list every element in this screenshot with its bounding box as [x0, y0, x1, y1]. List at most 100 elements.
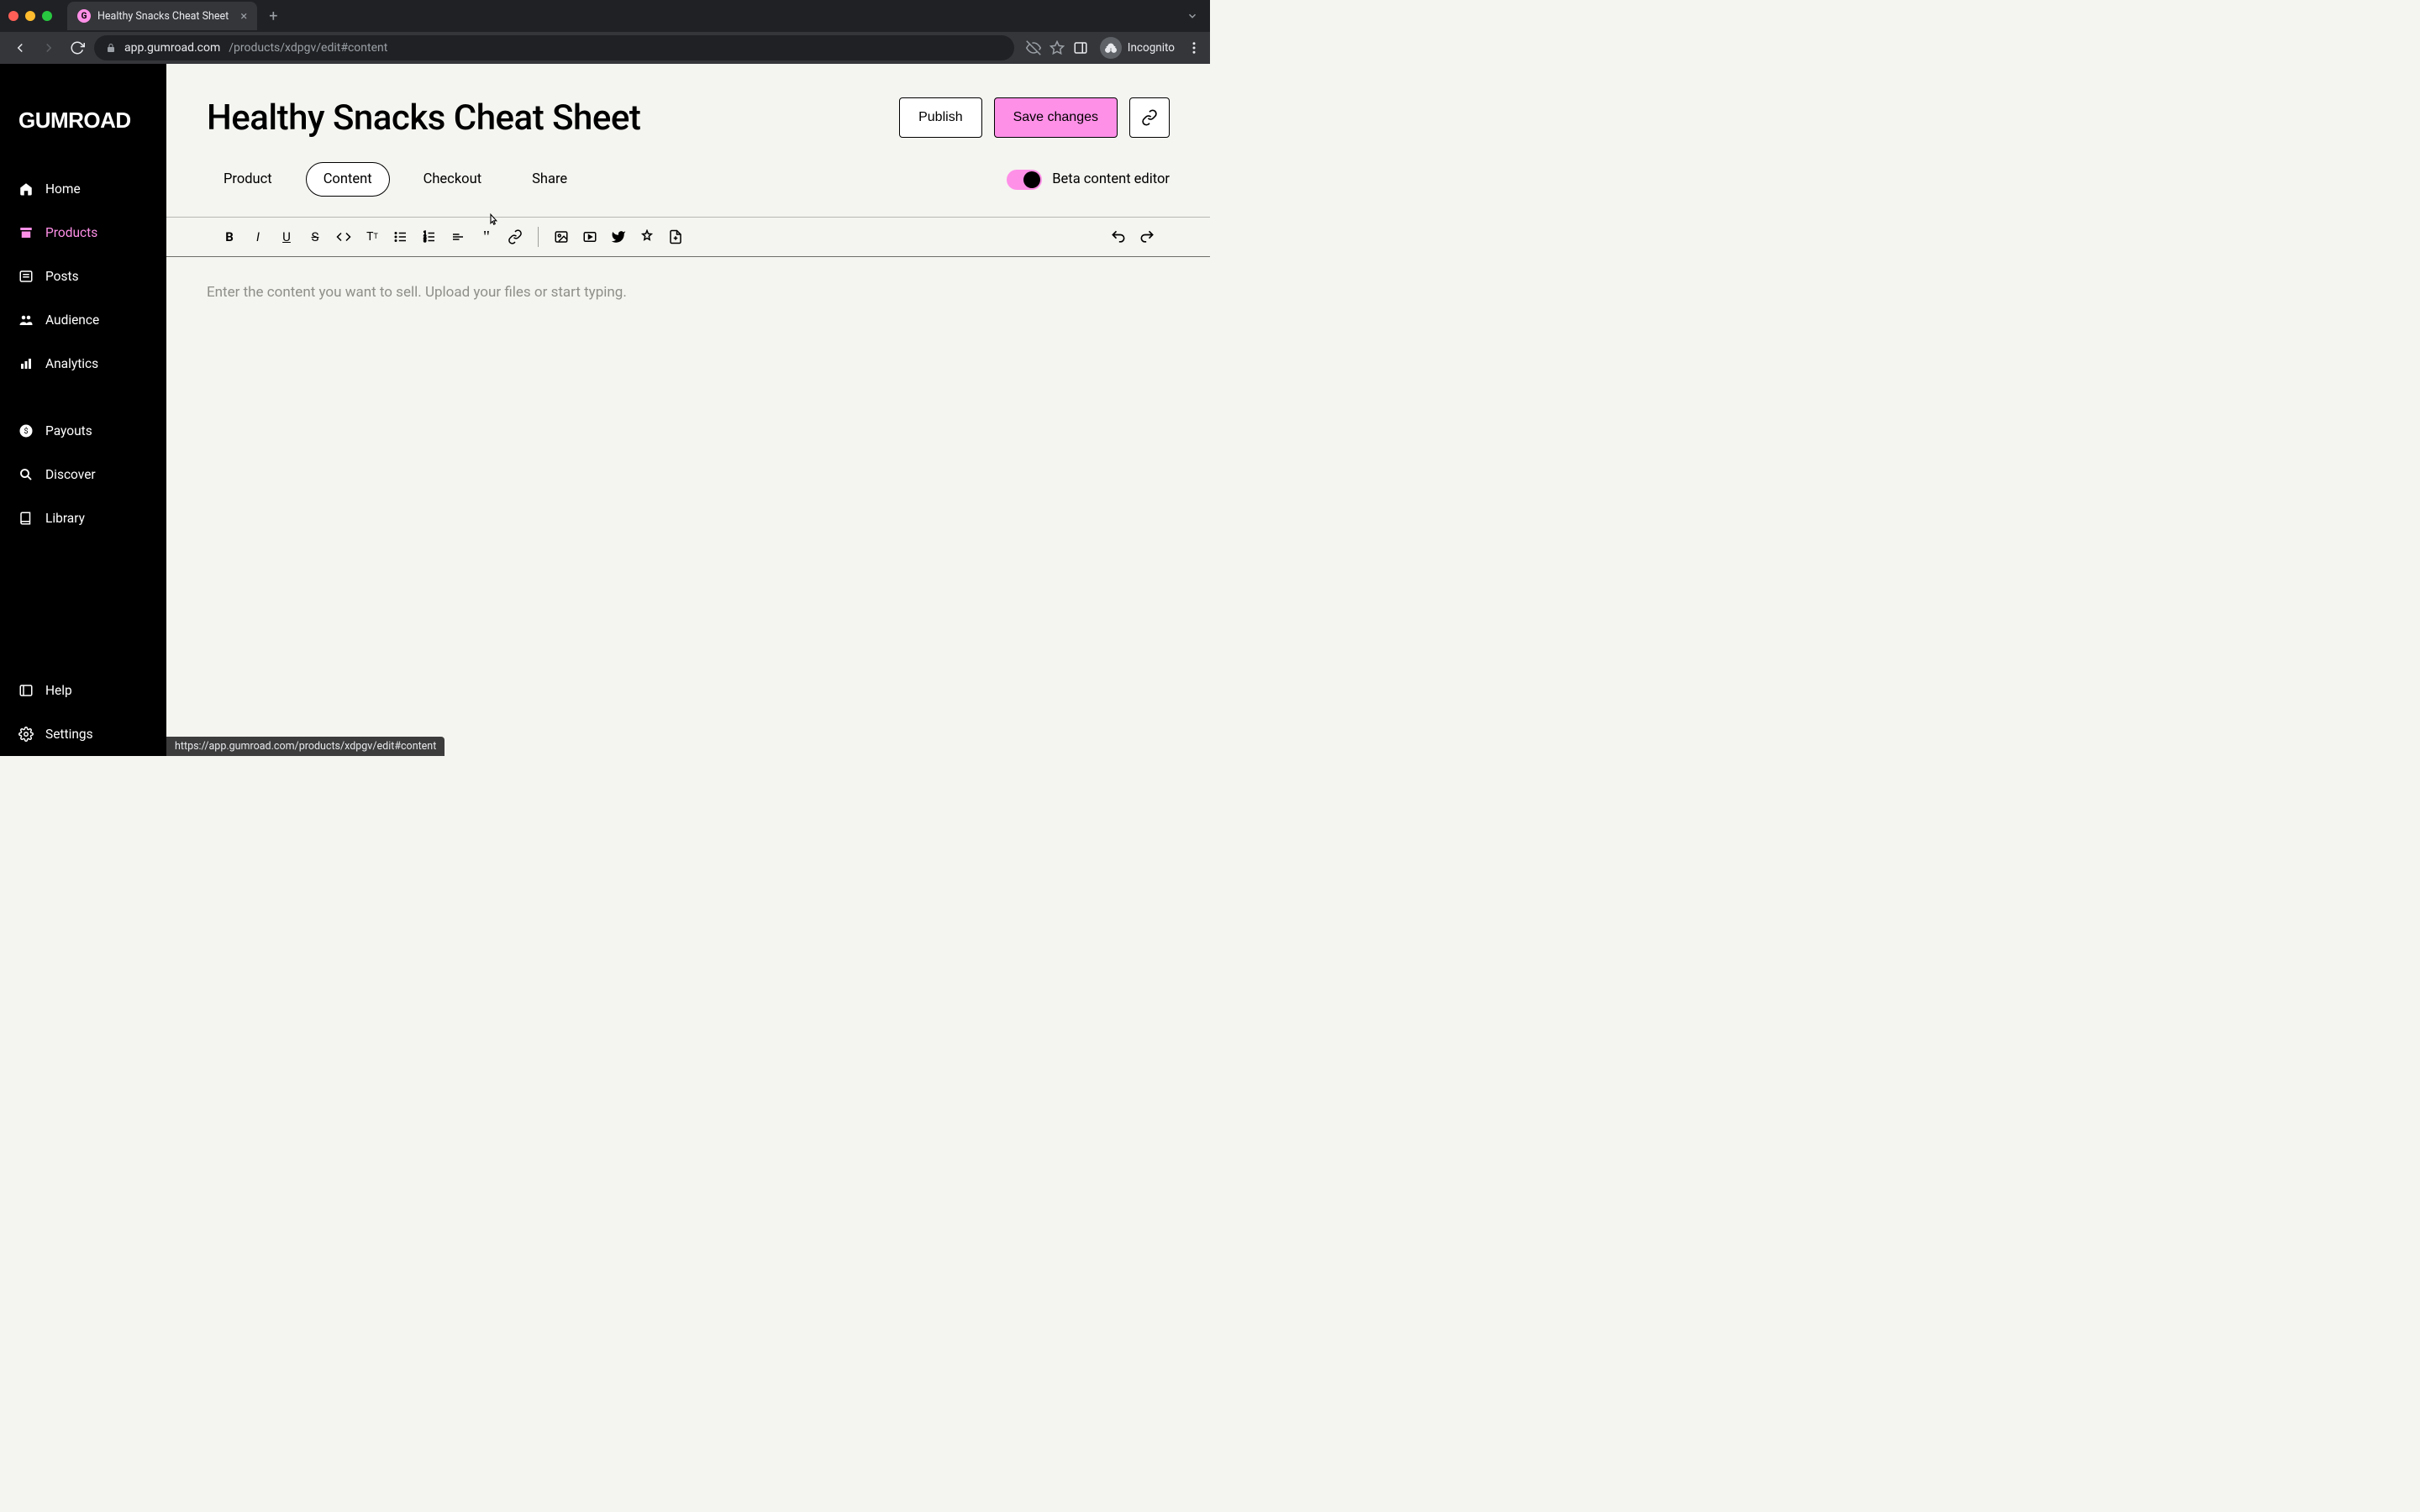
- sidebar-item-home[interactable]: Home: [0, 167, 166, 211]
- tab-checkout[interactable]: Checkout: [407, 163, 498, 196]
- editor-area[interactable]: Enter the content you want to sell. Uplo…: [166, 257, 1210, 756]
- editor-toolbar: B I U S TT 123 ": [166, 217, 1210, 257]
- url-field[interactable]: app.gumroad.com/products/xdpgv/edit#cont…: [94, 35, 1014, 60]
- sidebar-item-label: Library: [45, 511, 85, 526]
- sidebar-item-label: Products: [45, 225, 97, 240]
- audience-icon: [18, 312, 34, 328]
- incognito-label: Incognito: [1128, 41, 1175, 55]
- sidebar: GUMROAD Home Products Posts Audience Ana…: [0, 64, 166, 756]
- incognito-badge[interactable]: Incognito: [1097, 35, 1178, 60]
- browser-chrome: G Healthy Snacks Cheat Sheet × + app.gum…: [0, 0, 1210, 64]
- tab-title: Healthy Snacks Cheat Sheet: [97, 10, 229, 23]
- copy-link-button[interactable]: [1129, 97, 1170, 138]
- link-button[interactable]: [502, 224, 528, 249]
- strikethrough-button[interactable]: S: [302, 224, 328, 249]
- tab-product[interactable]: Product: [207, 163, 289, 196]
- incognito-icon: [1100, 37, 1122, 59]
- image-button[interactable]: [549, 224, 574, 249]
- undo-button[interactable]: [1106, 224, 1131, 249]
- underline-button[interactable]: U: [274, 224, 299, 249]
- kebab-menu-icon[interactable]: [1186, 40, 1202, 55]
- twitter-button[interactable]: [606, 224, 631, 249]
- posts-icon: [18, 269, 34, 284]
- window-close-icon[interactable]: [8, 11, 18, 21]
- window-maximize-icon[interactable]: [42, 11, 52, 21]
- publish-button[interactable]: Publish: [899, 97, 981, 138]
- sidebar-item-label: Posts: [45, 269, 79, 284]
- url-path: /products/xdpgv/edit#content: [229, 41, 387, 55]
- logo[interactable]: GUMROAD: [0, 82, 166, 167]
- browser-tab[interactable]: G Healthy Snacks Cheat Sheet ×: [67, 2, 257, 30]
- browser-forward-button[interactable]: [37, 36, 60, 60]
- analytics-icon: [18, 356, 34, 371]
- sidebar-item-payouts[interactable]: $ Payouts: [0, 409, 166, 453]
- numbered-list-button[interactable]: 123: [417, 224, 442, 249]
- sidebar-item-discover[interactable]: Discover: [0, 453, 166, 496]
- italic-button[interactable]: I: [245, 224, 271, 249]
- help-icon: [18, 683, 34, 698]
- svg-text:$: $: [24, 427, 28, 436]
- tab-close-icon[interactable]: ×: [240, 8, 247, 24]
- archive-icon: [18, 225, 34, 240]
- toolbar-separator: [538, 227, 539, 247]
- panel-icon[interactable]: [1073, 40, 1088, 55]
- home-icon: [18, 181, 34, 197]
- window-controls[interactable]: [8, 11, 52, 21]
- editor-placeholder: Enter the content you want to sell. Uplo…: [207, 284, 1170, 301]
- browser-back-button[interactable]: [8, 36, 32, 60]
- beta-editor-toggle[interactable]: Beta content editor: [1007, 170, 1170, 190]
- browser-address-bar: app.gumroad.com/products/xdpgv/edit#cont…: [0, 32, 1210, 64]
- star-icon[interactable]: [1050, 40, 1065, 55]
- sidebar-item-label: Help: [45, 683, 72, 698]
- favicon-icon: G: [77, 9, 91, 23]
- tab-share[interactable]: Share: [515, 163, 584, 196]
- embed-button[interactable]: [634, 224, 660, 249]
- sidebar-item-label: Payouts: [45, 423, 92, 438]
- sidebar-item-library[interactable]: Library: [0, 496, 166, 540]
- sidebar-item-posts[interactable]: Posts: [0, 255, 166, 298]
- library-icon: [18, 511, 34, 526]
- sidebar-item-audience[interactable]: Audience: [0, 298, 166, 342]
- page-title: Healthy Snacks Cheat Sheet: [207, 97, 640, 139]
- svg-text:3: 3: [424, 239, 426, 244]
- link-icon: [1141, 109, 1158, 126]
- tabs-dropdown-icon[interactable]: [1186, 10, 1198, 22]
- product-tabs: Product Content Checkout Share: [207, 162, 584, 197]
- tabs-row: Product Content Checkout Share Beta cont…: [166, 139, 1210, 217]
- new-tab-button[interactable]: +: [269, 8, 277, 25]
- beta-toggle-label: Beta content editor: [1052, 171, 1170, 187]
- sidebar-item-label: Settings: [45, 727, 93, 742]
- file-button[interactable]: [663, 224, 688, 249]
- window-minimize-icon[interactable]: [25, 11, 35, 21]
- lock-icon: [106, 43, 116, 53]
- sidebar-item-settings[interactable]: Settings: [0, 712, 166, 756]
- heading-button[interactable]: TT: [360, 224, 385, 249]
- header-actions: Publish Save changes: [899, 97, 1170, 138]
- quote-button[interactable]: ": [474, 224, 499, 249]
- sidebar-item-label: Audience: [45, 312, 99, 328]
- browser-reload-button[interactable]: [66, 36, 89, 60]
- toggle-switch[interactable]: [1007, 170, 1042, 190]
- redo-button[interactable]: [1134, 224, 1160, 249]
- save-changes-button[interactable]: Save changes: [994, 97, 1118, 138]
- main-content: Healthy Snacks Cheat Sheet Publish Save …: [166, 64, 1210, 756]
- sidebar-item-products[interactable]: Products: [0, 211, 166, 255]
- sidebar-item-analytics[interactable]: Analytics: [0, 342, 166, 386]
- payouts-icon: $: [18, 423, 34, 438]
- bold-button[interactable]: B: [217, 224, 242, 249]
- sidebar-item-label: Discover: [45, 467, 96, 482]
- search-icon: [18, 467, 34, 482]
- eye-off-icon[interactable]: [1026, 40, 1041, 55]
- sidebar-item-label: Analytics: [45, 356, 98, 371]
- bullet-list-button[interactable]: [388, 224, 413, 249]
- page-header: Healthy Snacks Cheat Sheet Publish Save …: [166, 64, 1210, 139]
- sidebar-item-help[interactable]: Help: [0, 669, 166, 712]
- code-button[interactable]: [331, 224, 356, 249]
- tab-content[interactable]: Content: [306, 162, 390, 197]
- browser-tab-bar: G Healthy Snacks Cheat Sheet × +: [0, 0, 1210, 32]
- browser-status-bar: https://app.gumroad.com/products/xdpgv/e…: [166, 737, 445, 756]
- url-host: app.gumroad.com: [124, 41, 220, 55]
- divider-button[interactable]: [445, 224, 471, 249]
- video-button[interactable]: [577, 224, 602, 249]
- settings-icon: [18, 727, 34, 742]
